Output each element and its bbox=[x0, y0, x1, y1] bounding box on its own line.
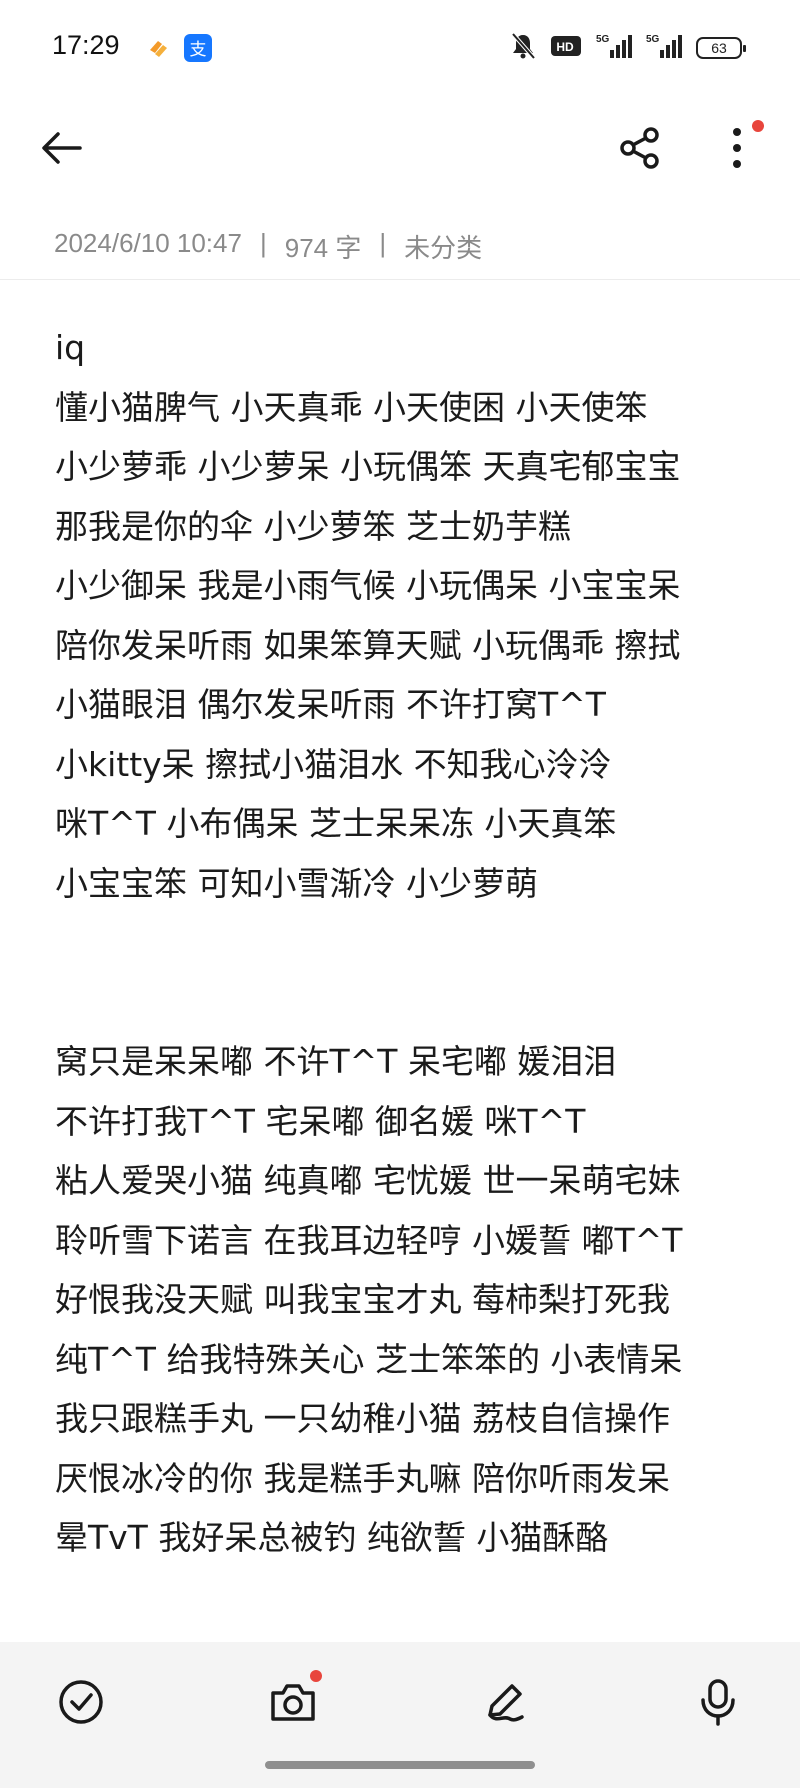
note-category[interactable]: 未分类 bbox=[404, 228, 482, 265]
notes-screen: 17:29 支 HD 5G 5G 63 2024/6/10 10:47 | 97… bbox=[0, 0, 800, 1788]
note-line: 纯T^T 给我特殊关心 芝士笨笨的 小表情呆 bbox=[55, 1339, 683, 1379]
app-bar bbox=[0, 100, 800, 200]
note-line: 小kitty呆 擦拭小猫泪水 不知我心泠泠 bbox=[55, 744, 612, 784]
app-orange-icon bbox=[144, 34, 172, 62]
note-line: 粘人爱哭小猫 纯真嘟 宅忧媛 世一呆萌宅妹 bbox=[55, 1161, 681, 1200]
note-line: 那我是你的伞 小少萝笨 芝士奶芋糕 bbox=[55, 506, 571, 546]
meta-separator: | bbox=[379, 228, 387, 258]
signal-5g-icon: 5G bbox=[596, 32, 632, 64]
hd-icon: HD bbox=[550, 34, 582, 62]
note-line: 窝只是呆呆嘟 不许T^T 呆宅嘟 媛泪泪 bbox=[55, 1042, 617, 1081]
svg-text:5G: 5G bbox=[646, 34, 660, 45]
status-bar: 17:29 支 HD 5G 5G 63 bbox=[0, 0, 800, 96]
back-button[interactable] bbox=[30, 118, 94, 182]
svg-text:5G: 5G bbox=[596, 34, 610, 45]
note-line: 小少萝乖 小少萝呆 小玩偶笨 天真宅郁宝宝 bbox=[55, 447, 681, 486]
more-button[interactable] bbox=[705, 118, 769, 182]
handwriting-button[interactable] bbox=[473, 1672, 537, 1736]
notification-dot bbox=[752, 120, 764, 132]
camera-button[interactable] bbox=[261, 1670, 325, 1736]
handwriting-pen-icon bbox=[482, 1679, 528, 1729]
note-line: 小少御呆 我是小雨气候 小玩偶呆 小宝宝呆 bbox=[55, 566, 681, 605]
voice-button[interactable] bbox=[686, 1672, 750, 1736]
more-vertical-icon bbox=[731, 126, 743, 174]
alipay-icon: 支 bbox=[184, 34, 212, 62]
note-line: 懂小猫脾气 小天真乖 小天使困 小天使笨 bbox=[55, 387, 648, 427]
battery-icon: 63 bbox=[696, 37, 746, 59]
note-word-count: 974 字 bbox=[284, 233, 362, 263]
signal-5g-icon: 5G bbox=[646, 32, 682, 64]
note-datetime: 2024/6/10 10:47 bbox=[54, 228, 242, 258]
note-content[interactable]: iq 懂小猫脾气 小天真乖 小天使困 小天使笨 小少萝乖 小少萝呆 小玩偶笨 天… bbox=[55, 318, 755, 1568]
svg-text:HD: HD bbox=[556, 40, 574, 54]
note-meta: 2024/6/10 10:47 | 974 字 | 未分类 bbox=[54, 228, 482, 265]
camera-notification-dot bbox=[310, 1670, 322, 1682]
home-indicator[interactable] bbox=[265, 1761, 535, 1769]
note-line: 陪你发呆听雨 如果笨算天赋 小玩偶乖 擦拭 bbox=[55, 625, 681, 665]
meta-separator: | bbox=[259, 228, 267, 258]
note-line: 咪T^T 小布偶呆 芝士呆呆冻 小天真笨 bbox=[55, 804, 617, 843]
note-line: 聆听雪下诺言 在我耳边轻哼 小媛誓 嘟T^T bbox=[55, 1220, 683, 1260]
mute-bell-icon bbox=[510, 32, 536, 64]
camera-icon bbox=[269, 1681, 317, 1727]
note-line: 不许打我T^T 宅呆嘟 御名媛 咪T^T bbox=[55, 1101, 586, 1141]
status-time: 17:29 bbox=[52, 30, 120, 60]
svg-text:支: 支 bbox=[190, 40, 207, 60]
share-icon bbox=[618, 126, 662, 174]
share-button[interactable] bbox=[608, 118, 672, 182]
note-line: 小宝宝笨 可知小雪渐冷 小少萝萌 bbox=[55, 863, 538, 903]
back-arrow-icon bbox=[40, 130, 84, 170]
checklist-button[interactable] bbox=[49, 1672, 113, 1736]
checklist-icon bbox=[58, 1679, 104, 1729]
note-line: 厌恨冰冷的你 我是糕手丸嘛 陪你听雨发呆 bbox=[55, 1458, 670, 1498]
status-icons: HD 5G 5G 63 bbox=[510, 32, 746, 64]
note-line: iq bbox=[55, 328, 86, 367]
note-line: 晕TvT 我好呆总被钓 纯欲誓 小猫酥酪 bbox=[55, 1518, 609, 1557]
header-divider bbox=[0, 279, 800, 280]
note-line: 我只跟糕手丸 一只幼稚小猫 荔枝自信操作 bbox=[55, 1399, 670, 1438]
note-line: 小猫眼泪 偶尔发呆听雨 不许打窝T^T bbox=[55, 685, 606, 724]
note-line: 好恨我没天赋 叫我宝宝才丸 莓柿梨打死我 bbox=[55, 1280, 670, 1319]
microphone-icon bbox=[698, 1678, 738, 1730]
